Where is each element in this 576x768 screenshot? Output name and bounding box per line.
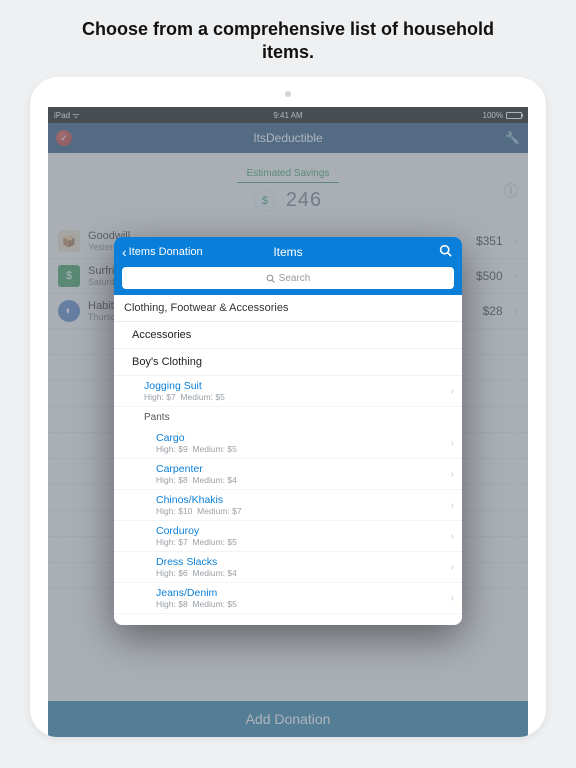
- chevron-right-icon: ›: [451, 593, 454, 604]
- search-placeholder: Search: [279, 273, 311, 284]
- chevron-right-icon: ›: [451, 562, 454, 573]
- search-bar-wrap: Search: [114, 267, 462, 295]
- subcategory-row[interactable]: Boy's Clothing: [114, 349, 462, 376]
- item-name: Carpenter: [156, 463, 451, 475]
- item-row[interactable]: Jeans/Denim High: $8 Medium: $5 ›: [114, 583, 462, 614]
- item-name: Corduroy: [156, 525, 451, 537]
- chevron-right-icon: ›: [451, 469, 454, 480]
- item-group-label: Pants: [114, 407, 462, 428]
- chevron-right-icon: ›: [451, 386, 454, 397]
- modal-body: Clothing, Footwear & Accessories Accesso…: [114, 295, 462, 625]
- item-prices: High: $8 Medium: $4: [156, 475, 451, 485]
- item-prices: High: $7 Medium: $5: [156, 537, 451, 547]
- item-name: Cargo: [156, 432, 451, 444]
- item-prices: High: $8 Medium: $5: [156, 599, 451, 609]
- chevron-right-icon: ›: [451, 531, 454, 542]
- chevron-right-icon: ›: [451, 438, 454, 449]
- back-button[interactable]: ‹ Items Donation: [122, 245, 203, 259]
- item-name: Dress Slacks: [156, 556, 451, 568]
- item-name: Chinos/Khakis: [156, 494, 451, 506]
- screen: iPad ᯤ 9:41 AM 100% ✓ ItsDeductible 🔧 Es…: [48, 107, 528, 737]
- subcategory-row[interactable]: Accessories: [114, 322, 462, 349]
- item-row[interactable]: Cargo High: $9 Medium: $5 ›: [114, 428, 462, 459]
- item-prices: High: $9 Medium: $5: [156, 444, 451, 454]
- chevron-right-icon: ›: [451, 500, 454, 511]
- device-frame: iPad ᯤ 9:41 AM 100% ✓ ItsDeductible 🔧 Es…: [30, 77, 546, 737]
- chevron-left-icon: ‹: [122, 245, 127, 259]
- item-name: Jogging Suit: [144, 380, 451, 392]
- category-header[interactable]: Clothing, Footwear & Accessories: [114, 295, 462, 322]
- item-row[interactable]: Dress Slacks High: $6 Medium: $4 ›: [114, 552, 462, 583]
- tagline: Choose from a comprehensive list of hous…: [0, 0, 576, 77]
- search-input[interactable]: Search: [122, 267, 454, 289]
- item-row[interactable]: Chinos/Khakis High: $10 Medium: $7 ›: [114, 490, 462, 521]
- modal-title: Items: [273, 245, 302, 259]
- item-prices: High: $10 Medium: $7: [156, 506, 451, 516]
- item-row[interactable]: Corduroy High: $7 Medium: $5 ›: [114, 521, 462, 552]
- item-name: Jeans/Denim: [156, 587, 451, 599]
- back-label: Items Donation: [129, 246, 203, 258]
- item-prices: High: $7 Medium: $5: [144, 392, 451, 402]
- item-row[interactable]: Jogging Suit High: $7 Medium: $5 ›: [114, 376, 462, 407]
- item-row[interactable]: Carpenter High: $8 Medium: $4 ›: [114, 459, 462, 490]
- item-prices: High: $6 Medium: $4: [156, 568, 451, 578]
- camera-dot: [285, 91, 291, 97]
- items-modal: ‹ Items Donation Items Search Clothing, …: [114, 237, 462, 625]
- search-icon[interactable]: [439, 244, 452, 260]
- modal-header: ‹ Items Donation Items: [114, 237, 462, 267]
